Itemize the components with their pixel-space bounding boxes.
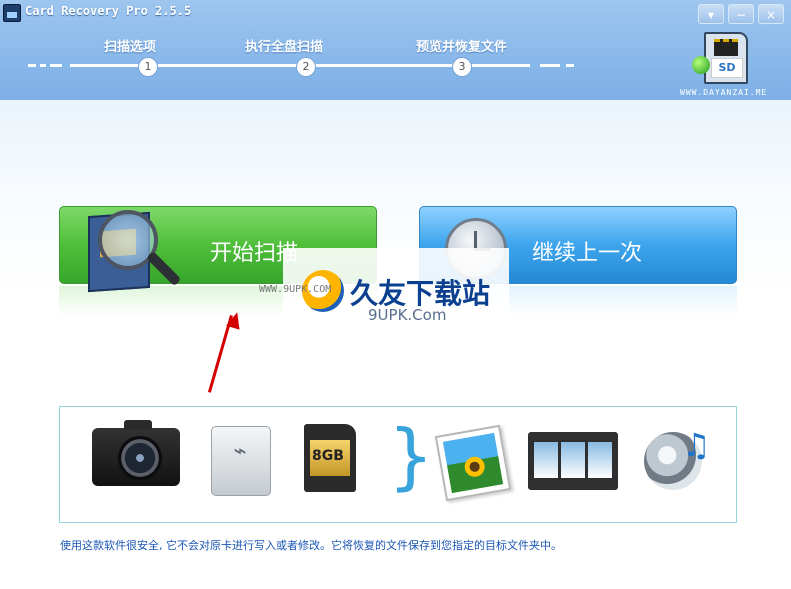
minimize-button[interactable]: −: [728, 4, 754, 24]
film-frame: [588, 442, 612, 478]
step-3-number: 3: [452, 57, 472, 77]
film-strip-icon: [528, 432, 618, 490]
step-1-label: 扫描选项: [104, 40, 157, 55]
photo-icon: [434, 424, 512, 502]
usb-symbol-icon: ⌁: [233, 439, 247, 464]
step-1-number: 1: [138, 57, 158, 77]
continue-last-label: 继续上一次: [532, 241, 643, 266]
progress-dash: [40, 64, 46, 67]
music-note-icon: ♫: [682, 426, 711, 464]
film-frame: [561, 442, 585, 478]
close-icon: ×: [765, 8, 777, 22]
usb-drive-icon: ⌁: [211, 426, 271, 496]
camera-icon: [92, 420, 180, 486]
photo-inner: [442, 432, 504, 494]
watermark-url: 9UPK.Com: [368, 306, 447, 324]
progress-dash: [566, 64, 574, 67]
window-title: Card Recovery Pro 2.5.5: [25, 4, 192, 18]
header-bar: Card Recovery Pro 2.5.5 ▾ − × 扫描选项 执行全盘扫…: [0, 0, 791, 100]
dropdown-button[interactable]: ▾: [698, 4, 724, 24]
progress-dash: [50, 64, 62, 67]
sunflower-icon: [463, 455, 487, 479]
step-2-label: 执行全盘扫描: [245, 40, 324, 55]
progress-dash: [28, 64, 36, 67]
dropdown-icon: ▾: [707, 8, 715, 22]
sd-card-chip: [714, 39, 738, 56]
app-icon: [3, 4, 21, 22]
watermark-small: WWW.9UPK.COM: [259, 284, 332, 295]
brand-site: WWW.DAYANZAI.ME: [680, 88, 768, 97]
sd-card-label: SD: [711, 58, 743, 78]
progress-dash: [540, 64, 560, 67]
step-2-number: 2: [296, 57, 316, 77]
footer-message: 使用这款软件很安全, 它不会对原卡进行写入或者修改。它将恢复的文件保存到您指定的…: [60, 539, 562, 552]
minimize-icon: −: [735, 8, 747, 22]
camera-lens: [118, 436, 162, 480]
camera-top: [124, 420, 152, 430]
sd-card-logo: SD: [704, 32, 748, 84]
sd-card-8gb-label: 8GB: [312, 448, 344, 464]
close-button[interactable]: ×: [758, 4, 784, 24]
film-frame: [534, 442, 558, 478]
sd-card-8gb-icon: 8GB: [304, 424, 356, 492]
brand-ball-icon: [692, 56, 710, 74]
right-brace-icon: }: [388, 414, 434, 498]
step-3-label: 预览并恢复文件: [416, 40, 508, 55]
